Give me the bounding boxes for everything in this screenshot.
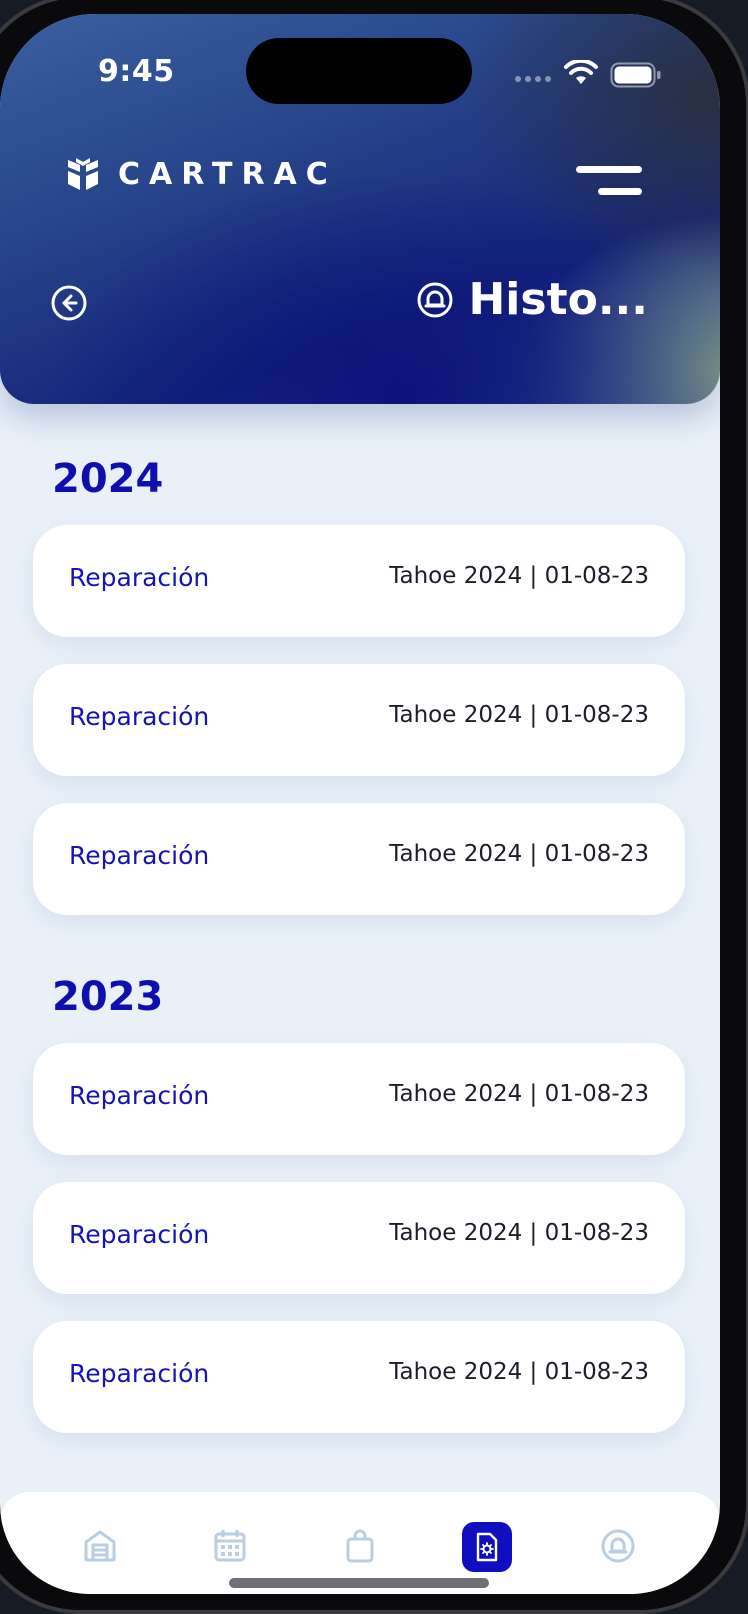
history-item[interactable]: Reparación Tahoe 2024 | 01-08-23 (33, 1043, 685, 1155)
nav-shop[interactable] (336, 1522, 384, 1570)
brand-name: CARTRAC (118, 156, 337, 192)
home-indicator[interactable] (229, 1578, 489, 1588)
notification-icon (601, 1529, 635, 1563)
shopping-bag-icon (346, 1529, 374, 1563)
back-arrow-icon[interactable] (50, 284, 88, 322)
signal-icon (515, 76, 551, 82)
logo-mark-icon (68, 158, 98, 190)
status-time: 9:45 (98, 54, 175, 89)
bell-circle-icon (417, 282, 453, 317)
nav-notifications[interactable] (594, 1522, 642, 1570)
item-type: Reparación (69, 1220, 210, 1249)
nav-garage[interactable] (76, 1522, 124, 1570)
history-item[interactable]: Reparación Tahoe 2024 | 01-08-23 (33, 803, 685, 915)
app-screen: 9:45 CARTRAC Histo... 2024 Reparación Ta… (0, 14, 720, 1594)
dynamic-island (246, 38, 472, 104)
history-item[interactable]: Reparación Tahoe 2024 | 01-08-23 (33, 664, 685, 776)
garage-icon (84, 1530, 116, 1562)
item-details: Tahoe 2024 | 01-08-23 (389, 1359, 649, 1385)
item-type: Reparación (69, 1359, 210, 1388)
item-details: Tahoe 2024 | 01-08-23 (389, 702, 649, 728)
nav-calendar[interactable] (206, 1522, 254, 1570)
year-heading: 2023 (52, 974, 164, 1020)
item-details: Tahoe 2024 | 01-08-23 (389, 841, 649, 867)
item-type: Reparación (69, 563, 210, 592)
page-title-group: Histo... (416, 274, 648, 325)
item-type: Reparación (69, 1081, 210, 1110)
document-gear-icon (476, 1532, 498, 1562)
nav-history[interactable] (462, 1522, 512, 1572)
item-details: Tahoe 2024 | 01-08-23 (389, 1220, 649, 1246)
wifi-icon (564, 60, 598, 84)
calendar-icon (214, 1530, 246, 1562)
app-header: 9:45 CARTRAC Histo... (0, 14, 720, 404)
history-item[interactable]: Reparación Tahoe 2024 | 01-08-23 (33, 1182, 685, 1294)
history-item[interactable]: Reparación Tahoe 2024 | 01-08-23 (33, 525, 685, 637)
item-details: Tahoe 2024 | 01-08-23 (389, 563, 649, 589)
hamburger-menu-icon[interactable] (576, 162, 644, 206)
history-item[interactable]: Reparación Tahoe 2024 | 01-08-23 (33, 1321, 685, 1433)
battery-icon (610, 62, 661, 88)
item-type: Reparación (69, 841, 210, 870)
brand-logo[interactable]: CARTRAC (66, 156, 337, 192)
page-title: Histo... (468, 274, 648, 325)
item-type: Reparación (69, 702, 210, 731)
item-details: Tahoe 2024 | 01-08-23 (389, 1081, 649, 1107)
year-heading: 2024 (52, 456, 164, 502)
